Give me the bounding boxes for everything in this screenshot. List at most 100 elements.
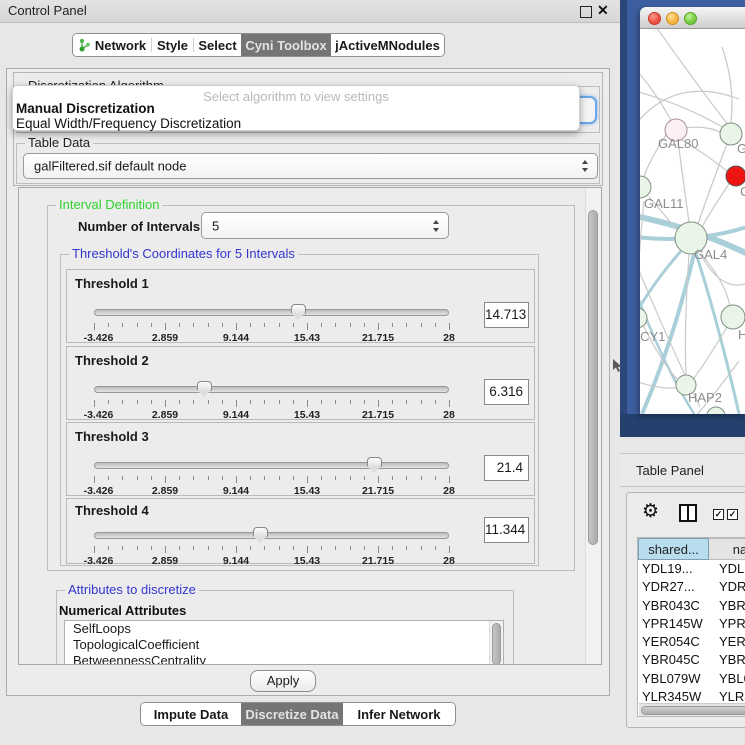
tab-select[interactable]: Select <box>194 34 241 56</box>
threshold-2-value[interactable]: 6.316 <box>484 379 529 405</box>
graph-node-label: H <box>738 327 745 342</box>
slider-tick-labels: -3.4262.8599.14415.4321.71528 <box>94 555 449 567</box>
slider-thumb[interactable] <box>367 457 382 467</box>
tab-jactivemnodules[interactable]: jActiveMNodules <box>331 34 444 56</box>
threshold-2-slider[interactable]: -3.4262.8599.14415.4321.71528 <box>94 377 449 419</box>
attributes-group: Attributes to discretize Numerical Attri… <box>56 590 514 665</box>
column-header-shared-name[interactable]: shared... <box>638 538 709 560</box>
table-row[interactable]: YPR145WYPR1 <box>638 615 745 633</box>
float-window-icon[interactable] <box>580 6 592 18</box>
number-of-intervals-label: Number of Intervals <box>78 219 200 234</box>
thresholds-group-label: Threshold's Coordinates for 5 Intervals <box>69 247 298 261</box>
slider-tick-labels: -3.4262.8599.14415.4321.71528 <box>94 332 449 344</box>
table-panel-title: Table Panel <box>636 463 704 478</box>
interval-definition-label: Interval Definition <box>56 198 162 212</box>
attribute-item[interactable]: SelfLoops <box>65 621 503 637</box>
gear-icon[interactable]: ⚙ <box>642 502 659 521</box>
interval-definition-group: Interval Definition Number of Intervals … <box>47 205 575 571</box>
apply-button[interactable]: Apply <box>250 670 316 692</box>
tab-network[interactable]: Network <box>73 34 151 56</box>
threshold-1-value[interactable]: 14.713 <box>484 302 529 328</box>
network-window-titlebar[interactable] <box>640 7 745 29</box>
threshold-2-box: Threshold 2 -3.4262.8599.14415.4321.7152… <box>66 346 535 420</box>
table-panel-titlebar: Table Panel <box>620 453 745 487</box>
graph-node[interactable] <box>707 407 725 414</box>
attribute-item[interactable]: BetweennessCentrality <box>65 653 503 665</box>
table-row[interactable]: YDR27...YDR2 <box>638 578 745 596</box>
slider-thumb[interactable] <box>197 381 212 391</box>
tab-infer-network[interactable]: Infer Network <box>343 703 455 725</box>
graph-node-label: GAL80 <box>658 136 698 151</box>
attribute-item[interactable]: TopologicalCoefficient <box>65 637 503 653</box>
threshold-1-slider[interactable]: -3.4262.8599.14415.4321.71528 <box>94 300 449 342</box>
table-data-label: Table Data <box>25 136 93 150</box>
checkbox-icon[interactable]: ✓ <box>713 509 724 520</box>
graph-node-label: GAL4 <box>694 247 727 262</box>
graph-node-label: GA <box>737 141 745 156</box>
algorithm-option-equal-width[interactable]: Equal Width/Frequency Discretization <box>16 116 241 131</box>
network-canvas[interactable]: GAL80GACGAL11GAL4GCY1HHAP2 <box>640 29 745 414</box>
slider-tick-labels: -3.4262.8599.14415.4321.71528 <box>94 409 449 421</box>
panel-scrollbar-thumb[interactable] <box>588 210 598 545</box>
table-data-group: Table Data galFiltered.sif default node <box>16 143 600 184</box>
slider-ticks <box>94 476 449 484</box>
tab-style[interactable]: Style <box>152 34 193 56</box>
table-row[interactable]: YBR045CYBR0 <box>638 651 745 669</box>
table-row[interactable]: YBR043CYBR0 <box>638 597 745 615</box>
slider-tick-labels: -3.4262.8599.14415.4321.71528 <box>94 485 449 497</box>
threshold-2-label: Threshold 2 <box>75 353 149 368</box>
slider-thumb[interactable] <box>291 304 306 314</box>
screen: Control Panel ✕ Network Style Select <box>0 0 745 745</box>
settings-scroll-panel: Interval Definition Number of Intervals … <box>18 187 602 665</box>
column-header-name[interactable]: na <box>709 538 745 560</box>
list-scrollbar-thumb[interactable] <box>492 623 501 665</box>
threshold-4-value[interactable]: 11.344 <box>484 517 529 543</box>
stepper-arrows-icon <box>582 160 589 172</box>
tab-cyni-toolbox[interactable]: Cyni Toolbox <box>241 34 331 56</box>
thresholds-group: Threshold's Coordinates for 5 Intervals … <box>60 254 539 566</box>
table-hscrollbar[interactable] <box>639 703 745 716</box>
graph-node[interactable] <box>640 176 651 198</box>
graph-edges <box>640 29 745 414</box>
tab-discretize-data[interactable]: Discretize Data <box>241 703 343 725</box>
graph-node[interactable] <box>726 166 745 186</box>
number-of-intervals-select[interactable]: 5 <box>201 212 449 239</box>
zoom-traffic-light-icon[interactable] <box>684 12 697 25</box>
threshold-4-label: Threshold 4 <box>75 503 149 518</box>
graph-node-label: GCY1 <box>640 329 665 344</box>
mouse-cursor <box>612 359 624 373</box>
close-icon[interactable]: ✕ <box>597 2 609 19</box>
minimize-traffic-light-icon[interactable] <box>666 12 679 25</box>
graph-node[interactable] <box>721 305 745 329</box>
threshold-4-slider[interactable]: -3.4262.8599.14415.4321.71528 <box>94 523 449 565</box>
threshold-3-value[interactable]: 21.4 <box>484 455 529 481</box>
stepper-arrows-icon <box>433 220 440 232</box>
slider-ticks <box>94 323 449 331</box>
network-icon <box>78 38 91 52</box>
table-row[interactable]: YDL19...YDL1 <box>638 560 745 578</box>
table-row[interactable]: YER054CYER0 <box>638 633 745 651</box>
slider-track[interactable] <box>94 532 449 539</box>
split-view-icon[interactable] <box>679 504 697 522</box>
panel-scrollbar[interactable] <box>585 188 601 664</box>
numerical-attributes-list[interactable]: SelfLoopsTopologicalCoefficientBetweenne… <box>64 620 504 665</box>
list-scrollbar[interactable] <box>489 621 503 665</box>
algorithm-option-manual[interactable]: Manual Discretization <box>16 101 155 116</box>
slider-track[interactable] <box>94 309 449 316</box>
graph-node[interactable] <box>640 308 647 328</box>
threshold-1-box: Threshold 1 -3.4262.8599.14415.4321.7152… <box>66 269 535 343</box>
threshold-3-slider[interactable]: -3.4262.8599.14415.4321.71528 <box>94 453 449 495</box>
slider-track[interactable] <box>94 462 449 469</box>
threshold-3-box: Threshold 3 -3.4262.8599.14415.4321.7152… <box>66 422 535 496</box>
cyni-mode-tabs: Impute Data Discretize Data Infer Networ… <box>140 702 456 726</box>
desktop-bottom-edge <box>620 414 745 437</box>
tab-impute-data[interactable]: Impute Data <box>141 703 241 725</box>
panel-title: Control Panel <box>8 3 87 18</box>
table-row[interactable]: YBL079WYBL0 <box>638 670 745 688</box>
slider-thumb[interactable] <box>253 527 268 537</box>
close-traffic-light-icon[interactable] <box>648 12 661 25</box>
table-data-select[interactable]: galFiltered.sif default node <box>23 153 598 179</box>
checkbox-icon[interactable]: ✓ <box>727 509 738 520</box>
slider-track[interactable] <box>94 386 449 393</box>
table-hscrollbar-thumb[interactable] <box>641 706 745 715</box>
